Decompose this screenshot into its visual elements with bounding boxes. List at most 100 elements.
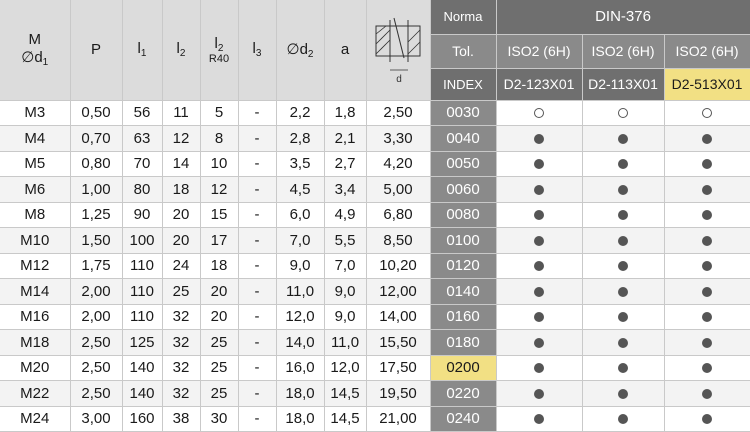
cell-l2r40: 20 [200, 278, 239, 305]
cell-availability [664, 202, 750, 228]
header-p: P [70, 0, 123, 101]
cell-p: 2,50 [70, 355, 123, 381]
cell-p: 1,50 [70, 227, 123, 254]
cell-availability [582, 278, 665, 305]
cell-l2r40: 10 [200, 151, 239, 177]
cell-m: M24 [0, 406, 71, 432]
cell-availability [664, 355, 750, 381]
available-dot-icon [702, 388, 712, 399]
tap-specification-table: M ∅d1 P l1 l2 l2 R40 l3 ∅d2 a d Norma DI… [0, 0, 750, 432]
cell-index: 0030 [430, 100, 497, 126]
cell-l3: - [238, 380, 277, 407]
cell-l1: 110 [122, 278, 163, 305]
cell-l3: - [238, 176, 277, 203]
cell-l1: 110 [122, 304, 163, 330]
cell-d: 21,00 [366, 406, 431, 432]
cell-index: 0200 [430, 355, 497, 381]
table-row: M18 2,50 125 32 25-14,0 11,0 15,50 0180 [0, 329, 750, 356]
cell-index: 0120 [430, 253, 497, 279]
available-dot-icon [702, 184, 712, 195]
cell-d: 15,50 [366, 329, 431, 356]
header-tol-1: ISO2 (6H) [496, 34, 583, 69]
cell-p: 1,25 [70, 202, 123, 228]
cell-a: 14,5 [324, 406, 367, 432]
available-dot-icon [534, 363, 544, 374]
cell-d: 6,80 [366, 202, 431, 228]
header-tol-2: ISO2 (6H) [582, 34, 665, 69]
cell-availability [664, 253, 750, 279]
cell-availability [582, 100, 665, 126]
cell-availability [582, 329, 665, 356]
cell-d2: 6,0 [276, 202, 325, 228]
available-dot-icon [534, 286, 544, 297]
cell-d2: 18,0 [276, 406, 325, 432]
cell-availability [582, 151, 665, 177]
header-tol-label: Tol. [430, 34, 497, 69]
cell-a: 12,0 [324, 355, 367, 381]
cell-a: 2,7 [324, 151, 367, 177]
cell-availability [496, 406, 583, 432]
cell-l2: 12 [162, 125, 201, 152]
cell-p: 3,00 [70, 406, 123, 432]
cell-index: 0240 [430, 406, 497, 432]
cell-d: 3,30 [366, 125, 431, 152]
cell-d2: 9,0 [276, 253, 325, 279]
header-norma-label: Norma [430, 0, 497, 35]
cell-availability [664, 278, 750, 305]
cell-l1: 90 [122, 202, 163, 228]
cell-availability [582, 380, 665, 407]
cell-m: M22 [0, 380, 71, 407]
available-dot-icon [618, 235, 628, 246]
available-dot-icon [618, 261, 628, 272]
table-row: M22 2,50 140 32 25-18,0 14,5 19,50 0220 [0, 380, 750, 407]
cell-availability [664, 151, 750, 177]
cell-availability [664, 176, 750, 203]
cell-d2: 12,0 [276, 304, 325, 330]
cell-l2: 32 [162, 304, 201, 330]
cell-index: 0180 [430, 329, 497, 356]
header-code-3: D2-513X01 [664, 68, 750, 101]
cell-p: 2,50 [70, 329, 123, 356]
cell-l2r40: 25 [200, 380, 239, 407]
cell-l2r40: 30 [200, 406, 239, 432]
cell-d2: 2,8 [276, 125, 325, 152]
header-index-label: INDEX [430, 68, 497, 101]
cell-availability [664, 304, 750, 330]
cell-d: 2,50 [366, 100, 431, 126]
cell-d: 8,50 [366, 227, 431, 254]
available-dot-icon [702, 363, 712, 374]
cell-index: 0050 [430, 151, 497, 177]
cell-l1: 140 [122, 380, 163, 407]
cell-availability [496, 278, 583, 305]
cell-l3: - [238, 406, 277, 432]
available-dot-icon [534, 184, 544, 195]
cell-p: 0,80 [70, 151, 123, 177]
cell-d: 12,00 [366, 278, 431, 305]
cell-d2: 14,0 [276, 329, 325, 356]
cell-l3: - [238, 100, 277, 126]
cell-p: 2,50 [70, 380, 123, 407]
cell-availability [496, 125, 583, 152]
cell-d: 4,20 [366, 151, 431, 177]
cell-availability [496, 304, 583, 330]
available-dot-icon [534, 133, 544, 144]
table-row: M24 3,00 160 38 30-18,0 14,5 21,00 0240 [0, 406, 750, 432]
cell-a: 11,0 [324, 329, 367, 356]
table-row: M14 2,00 110 25 20-11,0 9,0 12,00 0140 [0, 278, 750, 305]
on-request-circle-icon [618, 108, 628, 119]
cell-availability [582, 202, 665, 228]
cell-index: 0060 [430, 176, 497, 203]
header-l2: l2 [162, 0, 201, 101]
table-row: M10 1,50 100 20 17-7,0 5,5 8,50 0100 [0, 227, 750, 254]
available-dot-icon [702, 210, 712, 221]
header-standard-din: DIN-376 [496, 0, 750, 35]
cell-a: 7,0 [324, 253, 367, 279]
cell-m: M20 [0, 355, 71, 381]
available-dot-icon [618, 363, 628, 374]
cell-l3: - [238, 329, 277, 356]
available-dot-icon [702, 159, 712, 170]
cell-p: 0,50 [70, 100, 123, 126]
cell-l1: 160 [122, 406, 163, 432]
cell-l3: - [238, 304, 277, 330]
available-dot-icon [534, 312, 544, 323]
